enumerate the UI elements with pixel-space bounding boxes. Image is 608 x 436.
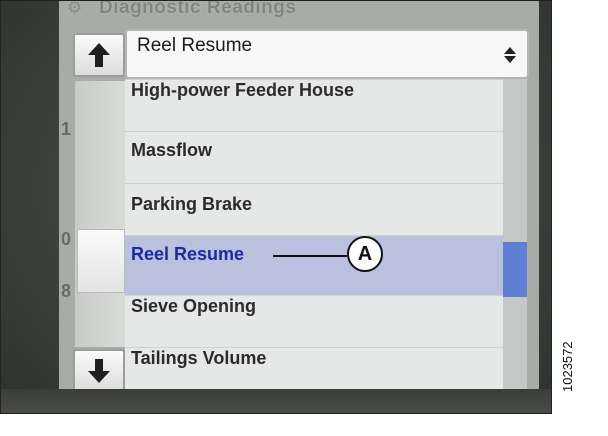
list-item-label: Massflow	[131, 140, 213, 160]
dropdown-selected-value: Reel Resume	[137, 35, 253, 56]
display-bezel	[1, 389, 551, 413]
screen-heading: Diagnostic Readings	[99, 1, 297, 18]
list-scrollbar[interactable]	[503, 79, 527, 393]
list-item-label: Tailings Volume	[131, 348, 267, 368]
list-scroll-indicator	[503, 242, 527, 297]
left-mark: 1	[61, 119, 72, 139]
scroll-down-button[interactable]	[73, 349, 125, 393]
list-item[interactable]: Massflow	[125, 131, 503, 183]
selection-dropdown[interactable]: Reel Resume	[125, 29, 529, 79]
left-mark: 8	[61, 281, 72, 301]
list-item-label: Sieve Opening	[131, 296, 257, 316]
arrow-up-icon	[88, 43, 110, 67]
figure-id: 1023572	[560, 341, 575, 392]
sort-caret-icon	[504, 47, 516, 63]
scroll-track[interactable]	[75, 81, 125, 347]
diagnostic-icon: ⚙	[67, 1, 83, 17]
list-item-label: Reel Resume	[131, 244, 245, 264]
scroll-thumb[interactable]	[77, 229, 125, 293]
list-item[interactable]: Sieve Opening	[125, 295, 503, 347]
list-item-label: Parking Brake	[131, 194, 253, 214]
callout-marker: A	[347, 236, 383, 272]
list-item[interactable]: Tailings Volume	[125, 347, 503, 393]
list-item-label: High-power Feeder House	[131, 80, 355, 100]
callout-letter: A	[357, 243, 373, 265]
list-item[interactable]: Parking Brake	[125, 183, 503, 235]
list-item-selected[interactable]: Reel Resume	[125, 235, 503, 295]
callout-leader-line	[273, 255, 347, 257]
display-photo: ⚙ Diagnostic Readings 1 0 8 Reel Resume	[1, 1, 551, 413]
options-list: High-power Feeder House Massflow Parking…	[125, 79, 527, 393]
list-item[interactable]: High-power Feeder House	[125, 79, 503, 131]
scroll-up-button[interactable]	[73, 33, 125, 77]
left-mark: 0	[61, 229, 72, 249]
figure-frame: ⚙ Diagnostic Readings 1 0 8 Reel Resume	[0, 0, 552, 414]
arrow-down-icon	[88, 359, 110, 383]
